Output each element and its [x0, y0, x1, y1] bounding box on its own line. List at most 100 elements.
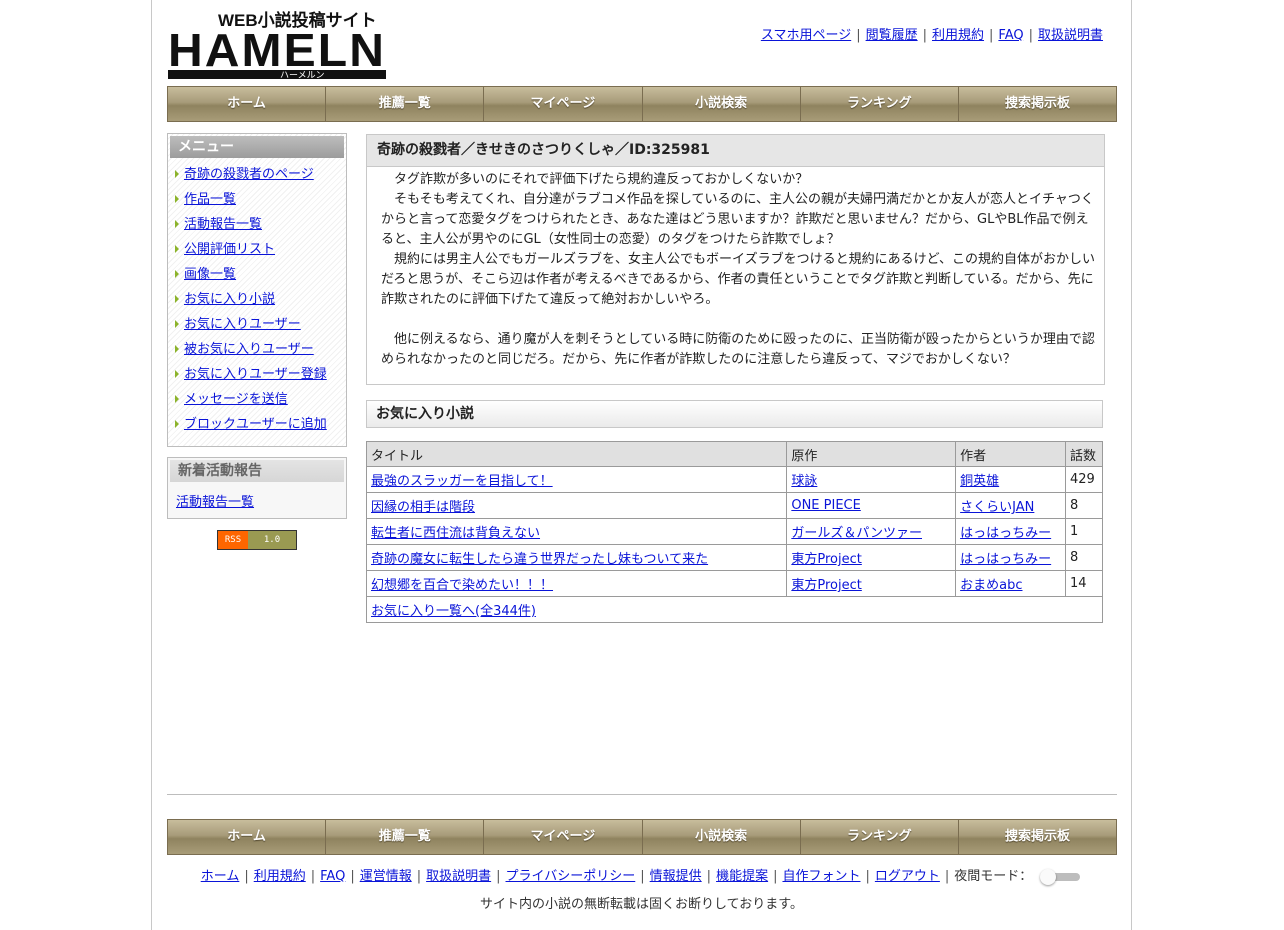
author-link[interactable]: はっはっちみー	[960, 526, 1051, 541]
nav-ranking[interactable]: ランキング	[800, 820, 959, 854]
nav-board[interactable]: 捜索掲示板	[958, 87, 1117, 121]
faq-link[interactable]: FAQ	[998, 28, 1023, 43]
rss-label: RSS	[218, 531, 248, 549]
night-mode-toggle[interactable]	[1038, 868, 1082, 885]
page-container: WEB小説投稿サイト HAMELN ハーメルン スマホ用ページ | 閲覧履歴 | 利用規…	[151, 0, 1132, 930]
footer-logout-link[interactable]: ログアウト	[875, 869, 940, 884]
news-reports-link[interactable]: 活動報告一覧	[170, 482, 344, 510]
rss-badge[interactable]: RSS 1.0	[217, 530, 297, 550]
novel-title-link[interactable]: 幻想郷を百合で染めたい！！！	[371, 578, 553, 593]
list-item: お気に入りユーザー	[170, 312, 344, 337]
list-item: お気に入り小説	[170, 287, 344, 312]
table-row: 最強のスラッガーを目指して！ 球詠 銅英雄 429	[365, 466, 1104, 493]
footer-privacy-link[interactable]: プライバシーポリシー	[506, 869, 636, 884]
list-item: ブロックユーザーに追加	[170, 412, 344, 437]
nav-home[interactable]: ホーム	[168, 87, 327, 121]
footer-font-link[interactable]: 自作フォント	[782, 869, 860, 884]
nav-ranking[interactable]: ランキング	[800, 87, 959, 121]
footer-home-link[interactable]: ホーム	[201, 869, 240, 884]
sidebar-item-images[interactable]: 画像一覧	[184, 267, 236, 282]
profile-paragraph: タグ詐欺が多いのにそれで評価下げたら規約違反っておかしくないか？	[394, 172, 809, 187]
sidebar-item-fav-novels[interactable]: お気に入り小説	[184, 292, 275, 307]
nav-home[interactable]: ホーム	[168, 820, 327, 854]
novel-title-link[interactable]: 因縁の相手は階段	[371, 500, 475, 515]
episode-count: 429	[1064, 466, 1104, 493]
svg-text:HAMELN: HAMELN	[168, 24, 386, 76]
favorites-more-link[interactable]: お気に入り一覧へ(全344件)	[371, 604, 536, 619]
nav-search[interactable]: 小説検索	[642, 87, 801, 121]
nav-search[interactable]: 小説検索	[642, 820, 801, 854]
author-link[interactable]: さくらいJAN	[960, 500, 1034, 515]
hameln-logo[interactable]: WEB小説投稿サイト HAMELN ハーメルン	[168, 10, 388, 80]
profile-title: 奇跡の殺戮者／きせきのさつりくしゃ／ID:325981	[367, 135, 1104, 167]
sidebar-item-favorited-by[interactable]: 被お気に入りユーザー	[184, 342, 314, 357]
terms-link[interactable]: 利用規約	[932, 28, 984, 43]
list-item: 画像一覧	[170, 262, 344, 287]
origin-link[interactable]: ガールズ＆パンツァー	[791, 526, 922, 541]
list-item: お気に入りユーザー登録	[170, 362, 344, 387]
night-mode-label: 夜間モード：	[954, 869, 1033, 884]
news-title: 新着活動報告	[170, 460, 344, 482]
news-box: 新着活動報告 活動報告一覧	[167, 457, 347, 519]
profile-spacer	[381, 310, 1098, 330]
profile-text: タグ詐欺が多いのにそれで評価下げたら規約違反っておかしくないか？ そもそも考えて…	[367, 167, 1104, 370]
footer-terms-link[interactable]: 利用規約	[254, 869, 306, 884]
footer-manual-link[interactable]: 取扱説明書	[426, 869, 491, 884]
list-item: メッセージを送信	[170, 387, 344, 412]
footer-feature-link[interactable]: 機能提案	[716, 869, 768, 884]
sidebar-item-block-user[interactable]: ブロックユーザーに追加	[184, 417, 327, 432]
nav-recommend[interactable]: 推薦一覧	[326, 820, 485, 854]
table-row: 奇跡の魔女に転生したら違う世界だったし妹もついて来た 東方Project はっは…	[365, 544, 1104, 571]
sidebar-item-add-fav-user[interactable]: お気に入りユーザー登録	[184, 367, 327, 382]
sidebar-menu: メニュー 奇跡の殺戮者のページ 作品一覧 活動報告一覧 公開評価リスト 画像一覧…	[167, 133, 347, 447]
nav-mypage[interactable]: マイページ	[484, 87, 643, 121]
column-header-episodes: 話数	[1064, 441, 1104, 467]
main-nav: ホーム 推薦一覧 マイページ 小説検索 ランキング 捜索掲示板	[167, 86, 1117, 122]
footer-faq-link[interactable]: FAQ	[320, 869, 345, 884]
footer-divider	[167, 794, 1117, 795]
episode-count: 8	[1064, 544, 1104, 571]
novel-title-link[interactable]: 最強のスラッガーを目指して！	[371, 474, 553, 489]
episode-count: 14	[1064, 570, 1104, 597]
sidebar-item-works[interactable]: 作品一覧	[184, 192, 236, 207]
author-link[interactable]: はっはっちみー	[960, 552, 1051, 567]
list-item: 活動報告一覧	[170, 212, 344, 237]
author-link[interactable]: おまめabc	[960, 578, 1022, 593]
origin-link[interactable]: ONE PIECE	[791, 498, 860, 513]
profile-paragraph: 規約には男主人公でもガールズラブを、女主人公でもボーイズラブをつけると規約にある…	[381, 252, 1095, 307]
origin-link[interactable]: 球詠	[791, 474, 817, 489]
header-links: スマホ用ページ | 閲覧履歴 | 利用規約 | FAQ | 取扱説明書	[760, 28, 1103, 43]
sidebar-item-reports[interactable]: 活動報告一覧	[184, 217, 262, 232]
footer-links: ホーム | 利用規約 | FAQ | 運営情報 | 取扱説明書 | プライバシーポリシー | 情報提供 |…	[152, 865, 1131, 885]
nav-recommend[interactable]: 推薦一覧	[326, 87, 485, 121]
footer-note: サイト内の小説の無断転載は固くお断りしております。	[480, 897, 803, 912]
sidebar-item-send-message[interactable]: メッセージを送信	[184, 392, 288, 407]
table-row: 幻想郷を百合で染めたい！！！ 東方Project おまめabc 14	[365, 570, 1104, 597]
svg-text:ハーメルン: ハーメルン	[280, 70, 324, 80]
smartphone-page-link[interactable]: スマホ用ページ	[761, 28, 851, 43]
menu-title: メニュー	[170, 136, 344, 158]
nav-board[interactable]: 捜索掲示板	[958, 820, 1117, 854]
rss-version: 1.0	[248, 531, 296, 549]
table-header-row: タイトル 原作 作者 話数	[365, 441, 1104, 467]
origin-link[interactable]: 東方Project	[791, 552, 861, 567]
footer-operation-link[interactable]: 運営情報	[360, 869, 412, 884]
favorites-heading: お気に入り小説	[366, 400, 1103, 428]
sidebar-item-ratings[interactable]: 公開評価リスト	[184, 242, 275, 257]
column-header-author: 作者	[955, 441, 1066, 467]
origin-link[interactable]: 東方Project	[791, 578, 861, 593]
table-row: 転生者に西住流は背負えない ガールズ＆パンツァー はっはっちみー 1	[365, 518, 1104, 545]
episode-count: 8	[1064, 492, 1104, 519]
history-link[interactable]: 閲覧履歴	[866, 28, 918, 43]
manual-link[interactable]: 取扱説明書	[1038, 28, 1103, 43]
favorites-table: タイトル 原作 作者 話数 最強のスラッガーを目指して！ 球詠 銅英雄 429 …	[365, 441, 1104, 623]
sidebar-item-user-page[interactable]: 奇跡の殺戮者のページ	[184, 167, 314, 182]
author-link[interactable]: 銅英雄	[960, 474, 999, 489]
novel-title-link[interactable]: 奇跡の魔女に転生したら違う世界だったし妹もついて来た	[371, 552, 708, 567]
nav-mypage[interactable]: マイページ	[484, 820, 643, 854]
sidebar-item-fav-users[interactable]: お気に入りユーザー	[184, 317, 301, 332]
novel-title-link[interactable]: 転生者に西住流は背負えない	[371, 526, 540, 541]
profile-paragraph: そもそも考えてくれ、自分達がラブコメ作品を探しているのに、主人公の親が夫婦円満だ…	[381, 192, 1094, 247]
footer-nav: ホーム 推薦一覧 マイページ 小説検索 ランキング 捜索掲示板	[167, 819, 1117, 855]
footer-info-link[interactable]: 情報提供	[650, 869, 702, 884]
